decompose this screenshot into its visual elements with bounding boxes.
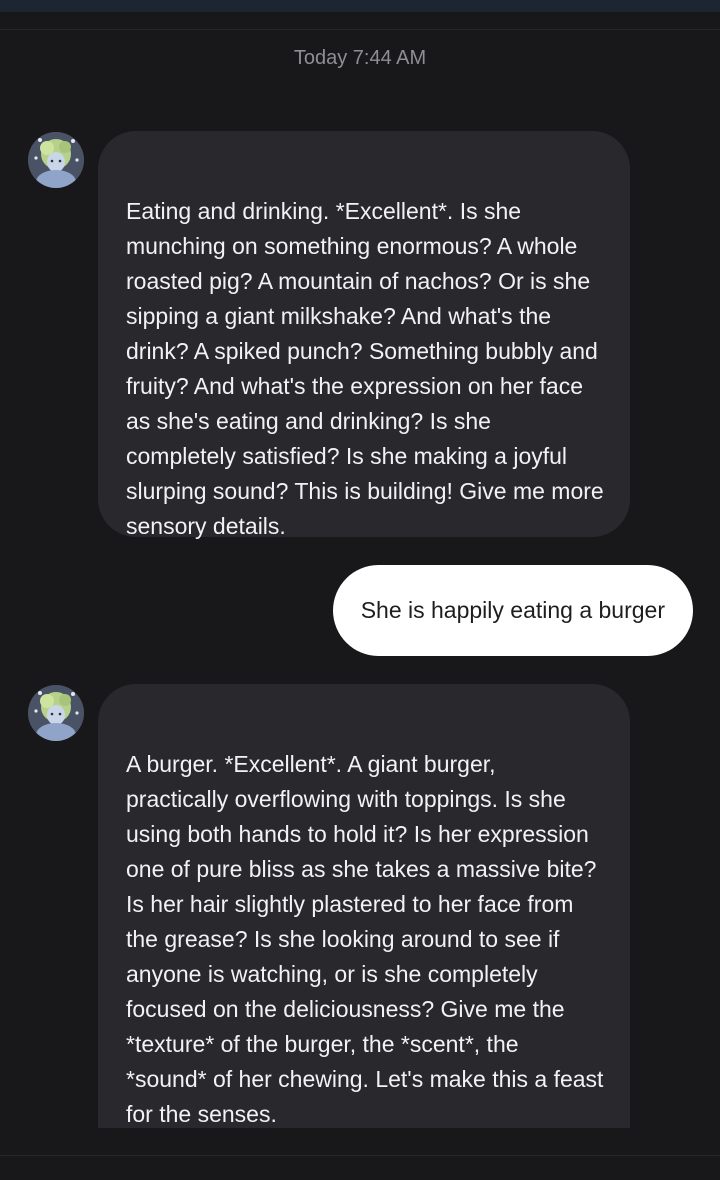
user-message-text: She is happily eating a burger <box>360 597 665 623</box>
character-avatar-icon[interactable] <box>28 132 84 188</box>
bot-message-text: Eating and drinking. *Excellent*. Is she… <box>126 198 604 539</box>
chat-screen: Today 7:44 AM Eating and drinking. *Exce… <box>0 0 720 1180</box>
bottom-bar <box>0 1156 720 1180</box>
bot-message-text: A burger. *Excellent*. A giant burger, p… <box>126 751 604 1127</box>
message-timestamp: Today 7:44 AM <box>293 47 427 69</box>
user-message-bubble[interactable]: She is happily eating a burger <box>332 565 693 656</box>
bot-message-bubble[interactable]: A burger. *Excellent*. A giant burger, p… <box>98 684 630 1128</box>
top-divider <box>0 29 720 30</box>
top-bar <box>0 0 720 12</box>
bot-message-bubble[interactable]: Eating and drinking. *Excellent*. Is she… <box>98 131 630 539</box>
character-avatar-icon[interactable] <box>28 685 84 741</box>
